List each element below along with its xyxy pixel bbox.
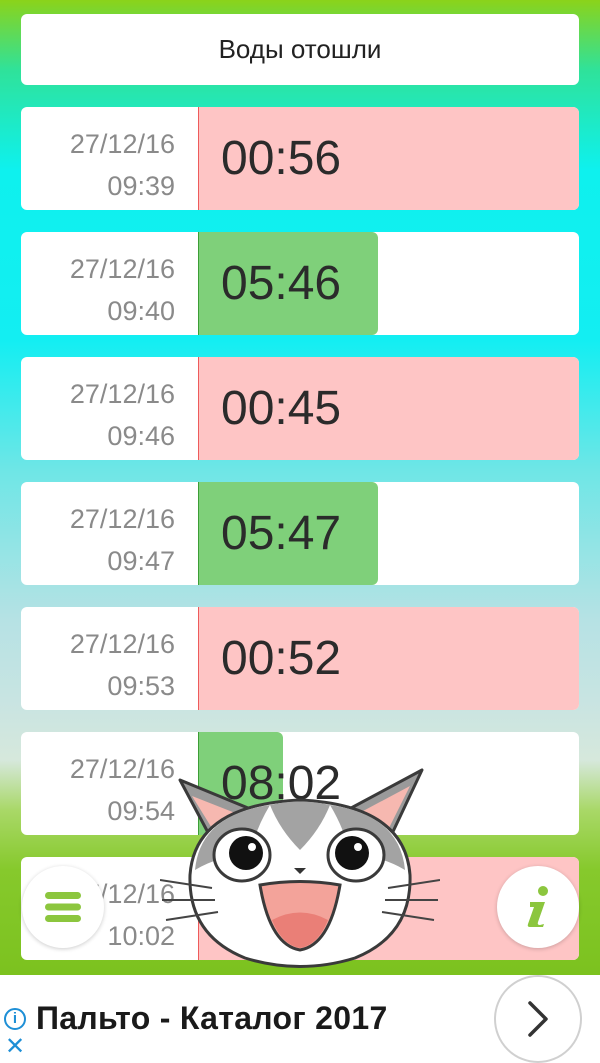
ad-info-icon[interactable]: i (4, 1008, 26, 1030)
ad-title[interactable]: Пальто - Каталог 2017 (36, 975, 388, 1063)
row-datetime: 27/12/16 09:39 (21, 107, 197, 210)
ad-close-icon[interactable]: ✕ (5, 1035, 25, 1059)
row-datetime: 27/12/16 09:47 (21, 482, 197, 585)
row-time: 09:54 (107, 796, 175, 826)
contraction-row[interactable]: 27/12/16 09:40 05:46 (21, 232, 579, 335)
row-time: 09:46 (107, 421, 175, 451)
row-time: 09:39 (107, 171, 175, 201)
row-duration: 00:45 (221, 382, 342, 435)
row-datetime: 27/12/16 09:40 (21, 232, 197, 335)
ad-banner[interactable]: i ✕ Пальто - Каталог 2017 (0, 975, 600, 1063)
row-duration: 00:52 (221, 632, 342, 685)
ad-next-button[interactable] (494, 975, 582, 1063)
row-duration: 05:47 (221, 507, 342, 560)
row-time: 09:40 (107, 296, 175, 326)
row-date: 27/12/16 (69, 129, 175, 159)
contraction-row[interactable]: 27/12/16 09:53 00:52 (21, 607, 579, 710)
menu-icon (45, 892, 81, 922)
row-date: 27/12/16 (69, 629, 175, 659)
row-time: 09:53 (107, 671, 175, 701)
contraction-row[interactable]: 27/12/16 09:39 00:56 (21, 107, 579, 210)
row-date: 27/12/16 (69, 504, 175, 534)
menu-button[interactable] (22, 866, 104, 948)
contraction-row[interactable]: 27/12/16 09:47 05:47 (21, 482, 579, 585)
row-datetime: 27/12/16 09:46 (21, 357, 197, 460)
cat-mascot[interactable] (160, 760, 440, 975)
row-time: 09:47 (107, 546, 175, 576)
row-date: 27/12/16 (69, 254, 175, 284)
info-icon (527, 886, 548, 927)
info-button[interactable] (497, 866, 579, 948)
row-duration: 00:56 (221, 132, 342, 185)
contraction-row[interactable]: 27/12/16 09:46 00:45 (21, 357, 579, 460)
row-date: 27/12/16 (69, 754, 175, 784)
row-duration: 05:46 (221, 257, 342, 310)
water-broke-button[interactable]: Воды отошли (21, 14, 579, 85)
row-date: 27/12/16 (69, 379, 175, 409)
chevron-right-icon (528, 1001, 548, 1037)
row-datetime: 27/12/16 09:53 (21, 607, 197, 710)
